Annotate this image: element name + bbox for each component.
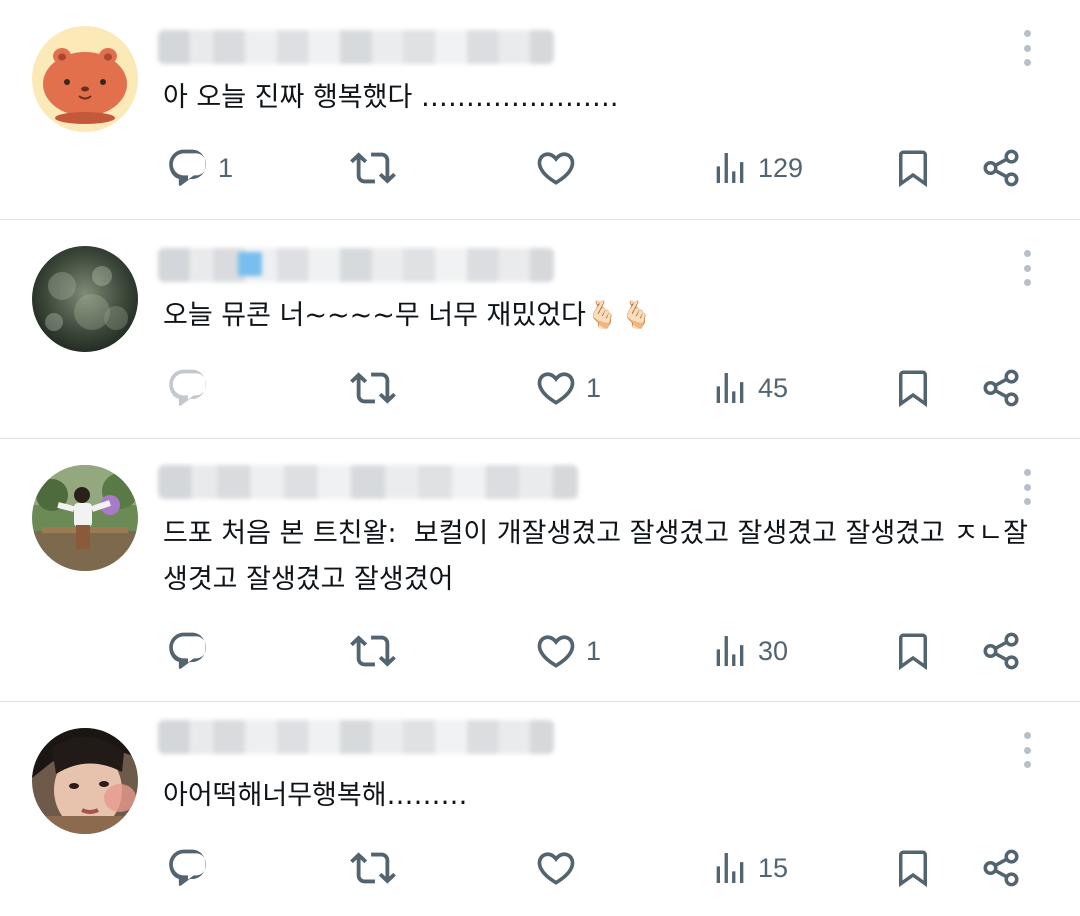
author-name-redacted <box>158 465 578 499</box>
views-count: 129 <box>758 152 804 183</box>
post-item[interactable]: 아 오늘 진짜 행복했다 …………………. 1 129 <box>0 0 1080 219</box>
action-bar: 1 45 <box>0 362 1080 414</box>
post-text: 오늘 뮤콘 너~~~~무 너무 재밌었다🫰🏻🫰🏻 <box>163 300 654 331</box>
views-count: 15 <box>758 852 789 883</box>
author-name-redacted <box>158 30 554 64</box>
more-icon[interactable] <box>1020 732 1034 768</box>
post-text: 드포 처음 본 트친왈: 보컬이 개잘생겼고 잘생겼고 잘생겼고 잘생겼고 ㅈㄴ… <box>163 518 1028 595</box>
post-item[interactable]: 드포 처음 본 트친왈: 보컬이 개잘생겼고 잘생겼고 잘생겼고 잘생겼고 ㅈㄴ… <box>0 439 1080 701</box>
verified-badge <box>238 252 262 276</box>
bookmark-button[interactable] <box>892 142 934 194</box>
views-icon <box>710 148 750 188</box>
retweet-icon <box>350 845 396 891</box>
bookmark-icon <box>892 147 934 189</box>
views-icon <box>710 368 750 408</box>
action-bar: 15 <box>0 842 1080 894</box>
like-icon <box>534 146 578 190</box>
share-icon <box>980 847 1022 889</box>
reply-button[interactable]: 1 <box>166 142 233 194</box>
views-button[interactable]: 15 <box>710 842 788 894</box>
share-icon <box>980 367 1022 409</box>
avatar[interactable] <box>32 728 138 834</box>
more-icon[interactable] <box>1020 250 1034 286</box>
views-icon <box>710 631 750 671</box>
like-icon <box>534 366 578 410</box>
reply-icon <box>166 146 210 190</box>
share-button[interactable] <box>980 625 1022 677</box>
reply-icon <box>166 366 210 410</box>
views-button[interactable]: 30 <box>710 625 788 677</box>
retweet-button[interactable] <box>350 362 396 414</box>
retweet-icon <box>350 145 396 191</box>
like-button[interactable] <box>534 842 578 894</box>
views-button[interactable]: 45 <box>710 362 788 414</box>
share-button[interactable] <box>980 362 1022 414</box>
post-item[interactable]: 아어떡해너무행복해……… 15 <box>0 702 1080 916</box>
action-bar: 1 30 <box>0 625 1080 677</box>
views-icon <box>710 848 750 888</box>
author-name-redacted <box>158 720 554 754</box>
share-button[interactable] <box>980 842 1022 894</box>
post-text: 아어떡해너무행복해……… <box>163 780 468 811</box>
like-icon <box>534 846 578 890</box>
retweet-button[interactable] <box>350 842 396 894</box>
bookmark-button[interactable] <box>892 625 934 677</box>
like-button[interactable] <box>534 142 578 194</box>
views-count: 30 <box>758 635 789 666</box>
reply-icon <box>166 629 210 673</box>
bookmark-icon <box>892 847 934 889</box>
avatar[interactable] <box>32 246 138 352</box>
share-button[interactable] <box>980 142 1022 194</box>
bookmark-icon <box>892 367 934 409</box>
retweet-icon <box>350 365 396 411</box>
post-text: 아 오늘 진짜 행복했다 …………………. <box>163 82 619 113</box>
author-name-redacted <box>158 248 554 282</box>
views-button[interactable]: 129 <box>710 142 803 194</box>
like-count: 1 <box>586 372 602 403</box>
avatar[interactable] <box>32 26 138 132</box>
bookmark-icon <box>892 630 934 672</box>
retweet-button[interactable] <box>350 625 396 677</box>
retweet-button[interactable] <box>350 142 396 194</box>
like-button[interactable]: 1 <box>534 362 601 414</box>
avatar[interactable] <box>32 465 138 571</box>
reply-feed: 아 오늘 진짜 행복했다 …………………. 1 129 오늘 뮤콘 너~~~~무… <box>0 0 1080 916</box>
more-icon[interactable] <box>1020 469 1034 505</box>
more-icon[interactable] <box>1020 30 1034 66</box>
retweet-icon <box>350 628 396 674</box>
reply-button[interactable] <box>166 625 210 677</box>
reply-icon <box>166 846 210 890</box>
reply-count: 1 <box>218 152 234 183</box>
share-icon <box>980 147 1022 189</box>
like-count: 1 <box>586 635 602 666</box>
reply-button[interactable] <box>166 842 210 894</box>
reply-button[interactable] <box>166 362 210 414</box>
views-count: 45 <box>758 372 789 403</box>
like-icon <box>534 629 578 673</box>
bookmark-button[interactable] <box>892 842 934 894</box>
action-bar: 1 129 <box>0 142 1080 194</box>
share-icon <box>980 630 1022 672</box>
bookmark-button[interactable] <box>892 362 934 414</box>
like-button[interactable]: 1 <box>534 625 601 677</box>
post-item[interactable]: 오늘 뮤콘 너~~~~무 너무 재밌었다🫰🏻🫰🏻 1 45 <box>0 220 1080 438</box>
